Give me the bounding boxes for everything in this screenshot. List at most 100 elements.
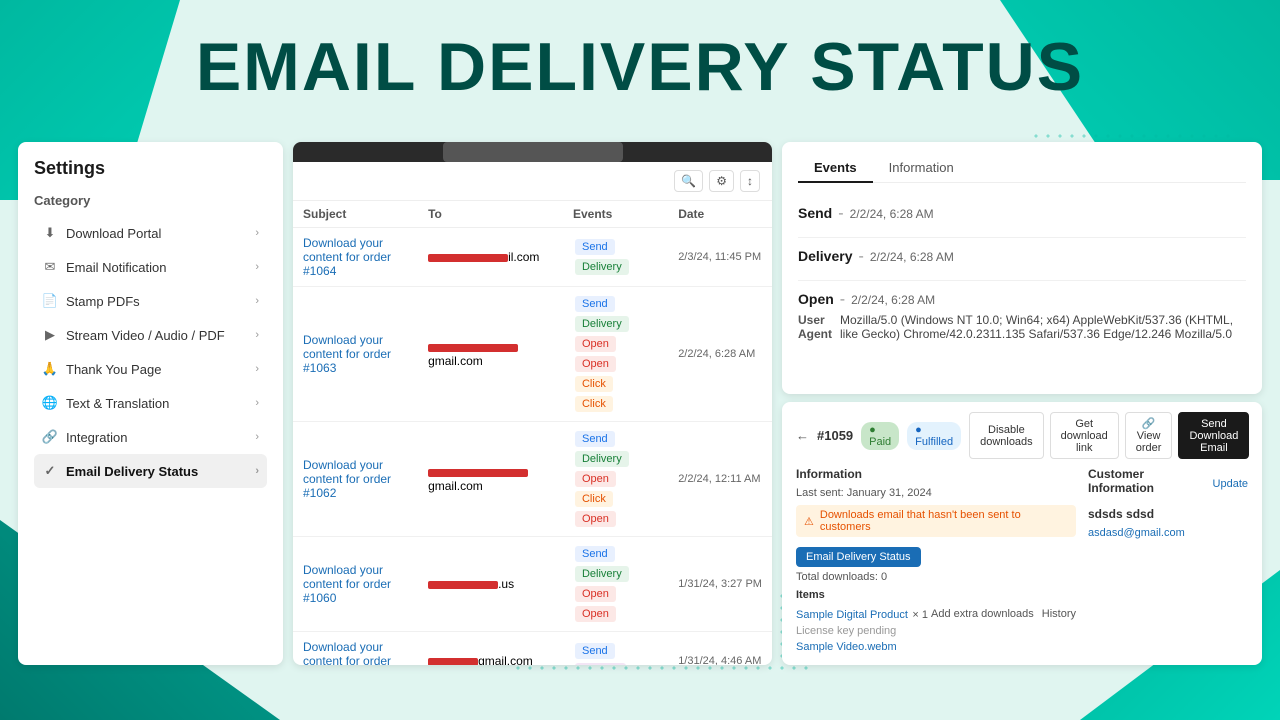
view-order-button[interactable]: 🔗 View order <box>1125 412 1173 459</box>
chevron-icon: › <box>255 363 259 375</box>
stamp-pdfs-label: Stamp PDFs <box>66 294 140 309</box>
event-dash: - <box>858 248 863 266</box>
email-subject-link[interactable]: Download your content for order #1064 <box>303 236 391 278</box>
event-delivery: Delivery <box>575 259 629 275</box>
tab-events[interactable]: Events <box>798 154 873 183</box>
sidebar-item-stamp-pdfs[interactable]: 📄 Stamp PDFs › <box>34 284 267 318</box>
settings-panel: Settings Category ⬇ Download Portal › ✉ … <box>18 142 283 665</box>
event-dash: - <box>840 291 845 309</box>
table-row: Download your content for order #1059 gm… <box>293 632 772 666</box>
filter-button[interactable]: ⚙ <box>709 170 734 192</box>
event-time: 2/2/24, 6:28 AM <box>851 293 935 307</box>
product-link[interactable]: Sample Digital Product <box>796 609 908 621</box>
menu-item-left: 🌐 Text & Translation <box>42 395 169 411</box>
email-header-bar <box>293 142 772 162</box>
disable-downloads-button[interactable]: Disable downloads <box>969 412 1044 459</box>
event-open2: Open <box>575 511 616 527</box>
email-subject-link[interactable]: Download your content for order #1063 <box>303 333 391 375</box>
sidebar-item-thank-you-page[interactable]: 🙏 Thank You Page › <box>34 352 267 386</box>
menu-item-left: 🔗 Integration <box>42 429 127 445</box>
product-qty: × 1 <box>912 609 928 621</box>
integration-icon: 🔗 <box>42 429 58 445</box>
customer-email[interactable]: asdasd@gmail.com <box>1088 527 1185 539</box>
badge-fulfilled: ● Fulfilled <box>907 422 961 450</box>
event-delivery: Delivery <box>575 316 629 332</box>
event-entry: Delivery - 2/2/24, 6:28 AM <box>798 238 1246 281</box>
email-suffix: gmail.com <box>428 354 483 368</box>
order-body: Information Last sent: January 31, 2024 … <box>796 467 1248 655</box>
event-click: Click <box>575 491 613 507</box>
get-download-link-button[interactable]: Get download link <box>1050 412 1119 459</box>
item-actions: Add extra downloads History <box>931 608 1076 620</box>
alert-text: Downloads email that hasn't been sent to… <box>820 509 1068 533</box>
update-link[interactable]: Update <box>1213 478 1248 490</box>
order-actions: Disable downloads Get download link 🔗 Vi… <box>969 412 1249 459</box>
stream-video-label: Stream Video / Audio / PDF <box>66 328 225 343</box>
file-link[interactable]: Sample Video.webm <box>796 641 897 653</box>
subject-cell: Download your content for order #1060 <box>293 537 418 632</box>
chevron-icon: › <box>255 261 259 273</box>
sidebar-item-email-delivery-status[interactable]: ✓ Email Delivery Status › <box>34 454 267 488</box>
event-time: 2/2/24, 6:28 AM <box>850 207 934 221</box>
email-tbody: Download your content for order #1064 il… <box>293 228 772 666</box>
event-name: Delivery <box>798 248 852 264</box>
sidebar-item-download-portal[interactable]: ⬇ Download Portal › <box>34 216 267 250</box>
email-suffix: gmail.com <box>428 479 483 493</box>
menu-item-left: 🙏 Thank You Page <box>42 361 161 377</box>
customer-name: sdsds sdsd <box>1088 507 1248 521</box>
col-date: Date <box>668 201 772 228</box>
subject-cell: Download your content for order #1059 <box>293 632 418 666</box>
email-suffix: .us <box>498 577 514 591</box>
chevron-icon: › <box>255 227 259 239</box>
last-sent: Last sent: January 31, 2024 <box>796 487 1076 499</box>
sort-button[interactable]: ↕ <box>740 170 760 192</box>
email-delivery-status-button[interactable]: Email Delivery Status <box>796 547 921 567</box>
text-translation-icon: 🌐 <box>42 395 58 411</box>
to-cell: gmail.com <box>418 287 563 422</box>
event-name: Open <box>798 291 834 307</box>
redacted-email <box>428 344 518 352</box>
to-cell: il.com <box>418 228 563 287</box>
sidebar-item-stream-video[interactable]: ▶ Stream Video / Audio / PDF › <box>34 318 267 352</box>
history-link[interactable]: History <box>1042 608 1076 620</box>
event-send: Send <box>575 546 615 562</box>
order-header: ← #1059 ● Paid ● Fulfilled Disable downl… <box>796 412 1248 459</box>
tab-information[interactable]: Information <box>873 154 970 183</box>
event-click: Click <box>575 376 613 392</box>
email-subject-link[interactable]: Download your content for order #1060 <box>303 563 391 605</box>
search-button[interactable]: 🔍 <box>674 170 703 192</box>
order-detail-panel: ← #1059 ● Paid ● Fulfilled Disable downl… <box>782 402 1262 665</box>
events-panel: Events Information Send - 2/2/24, 6:28 A… <box>782 142 1262 394</box>
subject-cell: Download your content for order #1062 <box>293 422 418 537</box>
event-open: Open <box>575 471 616 487</box>
email-subject-link[interactable]: Download your content for order #1059 <box>303 640 391 665</box>
email-toolbar: 🔍 ⚙ ↕ <box>293 162 772 201</box>
event-open2: Open <box>575 606 616 622</box>
menu-item-left: ✓ Email Delivery Status <box>42 463 198 479</box>
event-bounce: Bounce <box>575 663 626 665</box>
redacted-email <box>428 581 498 589</box>
to-cell: gmail.com <box>418 422 563 537</box>
event-send: Send <box>575 239 615 255</box>
sidebar-item-text-translation[interactable]: 🌐 Text & Translation › <box>34 386 267 420</box>
add-extra-downloads-link[interactable]: Add extra downloads <box>931 608 1034 620</box>
date-cell: 1/31/24, 4:46 AM <box>668 632 772 666</box>
email-table: Subject To Events Date Download your con… <box>293 201 772 665</box>
redacted-email <box>428 254 508 262</box>
sidebar-item-email-notification[interactable]: ✉ Email Notification › <box>34 250 267 284</box>
event-name: Send <box>798 205 832 221</box>
badge-paid: ● Paid <box>861 422 899 450</box>
back-button[interactable]: ← <box>796 428 809 443</box>
event-open: Open <box>575 586 616 602</box>
events-tabs: Events Information <box>798 154 1246 183</box>
to-cell: gmail.com <box>418 632 563 666</box>
thank-you-page-label: Thank You Page <box>66 362 161 377</box>
email-subject-link[interactable]: Download your content for order #1062 <box>303 458 391 500</box>
send-download-email-button[interactable]: Send Download Email <box>1178 412 1249 459</box>
date-cell: 1/31/24, 3:27 PM <box>668 537 772 632</box>
menu-list: ⬇ Download Portal › ✉ Email Notification… <box>34 216 267 488</box>
event-detail-row: User Agent Mozilla/5.0 (Windows NT 10.0;… <box>798 313 1246 341</box>
sidebar-item-integration[interactable]: 🔗 Integration › <box>34 420 267 454</box>
alert-box: ⚠ Downloads email that hasn't been sent … <box>796 505 1076 537</box>
integration-label: Integration <box>66 430 127 445</box>
